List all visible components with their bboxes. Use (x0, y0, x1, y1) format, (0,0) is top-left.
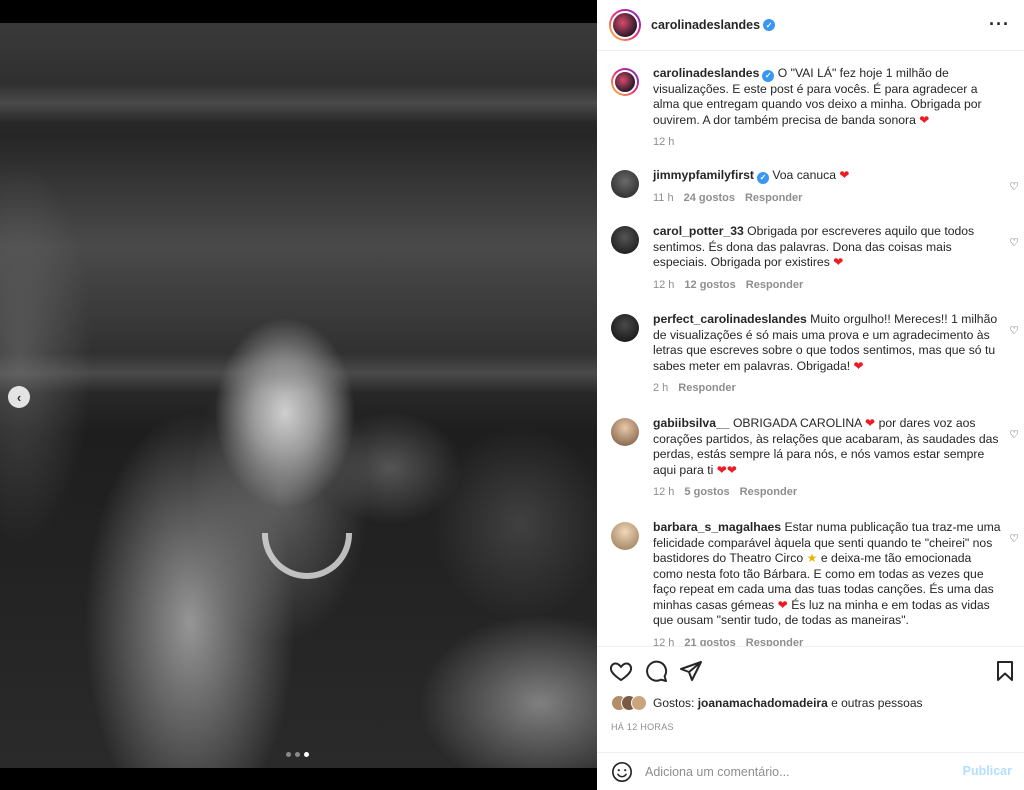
comment-time: 12 h (653, 636, 675, 647)
photo-pane: ‹ (0, 0, 597, 790)
heart-emoji: ❤ (833, 255, 844, 269)
verified-icon: ✓ (756, 171, 769, 184)
reply-button[interactable]: Responder (740, 486, 797, 498)
photo-necklace (262, 533, 352, 579)
post-photo[interactable] (0, 23, 597, 768)
comment-likes[interactable]: 5 gostos (684, 486, 729, 498)
action-bar (597, 646, 1024, 696)
comment-item: gabiibsilva__ OBRIGADA CAROLINA ❤ por da… (611, 416, 1019, 498)
comment-likes[interactable]: 21 gostos (684, 637, 735, 647)
star-emoji: ★ (806, 551, 818, 565)
comment-input[interactable] (645, 761, 945, 783)
comment-item: perfect_carolinadeslandes Muito orgulho!… (611, 312, 1019, 394)
publish-button[interactable]: Publicar (963, 764, 1012, 778)
verified-icon: ✓ (762, 69, 775, 82)
heart-emoji: ❤ (839, 168, 850, 182)
post-panel: carolinadeslandes ✓ ··· carolinadeslande… (597, 0, 1024, 790)
commenter-avatar[interactable] (611, 522, 639, 550)
likes-text: Gostos: joanamachadomadeira e outras pes… (653, 696, 923, 710)
likes-user-link[interactable]: joanamachadomadeira (698, 696, 828, 710)
carousel-dot-active (304, 752, 309, 757)
comment-time: 11 h (653, 191, 674, 204)
reply-button[interactable]: Responder (745, 192, 802, 204)
comment-username[interactable]: carol_potter_33 (653, 224, 744, 238)
like-heart-icon[interactable] (609, 659, 633, 683)
commenter-avatar[interactable] (611, 418, 639, 446)
likes-prefix: Gostos: (653, 696, 695, 710)
carousel-prev-button[interactable]: ‹ (8, 386, 30, 408)
likes-others-link[interactable]: e outras pessoas (831, 696, 922, 710)
reply-button[interactable]: Responder (746, 279, 803, 291)
heart-emoji: ❤ (919, 112, 930, 127)
comment-item: barbara_s_magalhaes Estar numa publicaçã… (611, 520, 1019, 647)
comment-likes[interactable]: 24 gostos (684, 192, 735, 204)
comment-username[interactable]: perfect_carolinadeslandes (653, 312, 807, 326)
comment-time: 12 h (653, 278, 675, 291)
carousel-dot (286, 752, 291, 757)
more-horizontal-icon[interactable]: ··· (989, 14, 1010, 35)
post-time-ago[interactable]: HÁ 12 HORAS (611, 722, 674, 732)
comment-icon[interactable] (644, 659, 668, 683)
reply-button[interactable]: Responder (678, 382, 735, 394)
like-comment-heart-icon[interactable]: ♡ (1009, 532, 1019, 545)
comment-time: 12 h (653, 486, 675, 498)
like-comment-heart-icon[interactable]: ♡ (1009, 324, 1019, 337)
post-header: carolinadeslandes ✓ ··· (597, 0, 1024, 51)
comment-username[interactable]: gabiibsilva__ (653, 416, 730, 430)
heart-emoji: ❤ (865, 416, 876, 430)
bookmark-icon[interactable] (993, 659, 1017, 683)
comment-text: OBRIGADA CAROLINA (732, 416, 862, 430)
chevron-left-icon: ‹ (16, 389, 22, 405)
liker-avatar[interactable] (631, 695, 647, 711)
like-comment-heart-icon[interactable]: ♡ (1009, 180, 1019, 193)
comments-list[interactable]: carolinadeslandes ✓ O "VAI LÁ" fez hoje 1… (597, 52, 1024, 646)
verified-icon: ✓ (763, 19, 776, 31)
add-comment-bar: Publicar (597, 752, 1024, 790)
comment-likes[interactable]: 12 gostos (684, 279, 735, 291)
commenter-avatar[interactable] (611, 314, 639, 342)
author-username[interactable]: carolinadeslandes (651, 18, 760, 32)
heart-emoji: ❤ (853, 358, 864, 373)
heart-emoji: ❤ (777, 597, 788, 612)
heart-emoji: ❤❤ (716, 462, 738, 477)
author-avatar[interactable] (611, 68, 639, 96)
caption: carolinadeslandes ✓ O "VAI LÁ" fez hoje 1… (611, 66, 1011, 148)
reply-button[interactable]: Responder (746, 637, 803, 647)
comment-item: jimmypfamilyfirst ✓ Voa canuca ❤ 11 h 24 … (611, 168, 1019, 204)
photo-blur-band (0, 83, 597, 123)
carousel-dots (286, 752, 309, 757)
caption-username[interactable]: carolinadeslandes (653, 66, 759, 80)
comment-time: 2 h (653, 382, 669, 394)
comment-text: Voa canuca (772, 168, 837, 182)
like-comment-heart-icon[interactable]: ♡ (1009, 428, 1019, 441)
share-send-icon[interactable] (679, 659, 703, 683)
photo-blur-band (0, 353, 597, 393)
caption-time: 12 h (653, 136, 675, 149)
like-comment-heart-icon[interactable]: ♡ (1009, 236, 1019, 249)
commenter-avatar[interactable] (611, 226, 639, 254)
comment-username[interactable]: jimmypfamilyfirst (653, 168, 754, 182)
comment-username[interactable]: barbara_s_magalhaes (653, 520, 781, 534)
comment-item: carol_potter_33 Obrigada por escreveres … (611, 224, 1019, 291)
likes-row: Gostos: joanamachadomadeira e outras pes… (611, 695, 923, 711)
emoji-smiley-icon[interactable] (611, 761, 633, 783)
carousel-dot (295, 752, 300, 757)
commenter-avatar[interactable] (611, 170, 639, 198)
author-avatar[interactable] (609, 9, 641, 41)
